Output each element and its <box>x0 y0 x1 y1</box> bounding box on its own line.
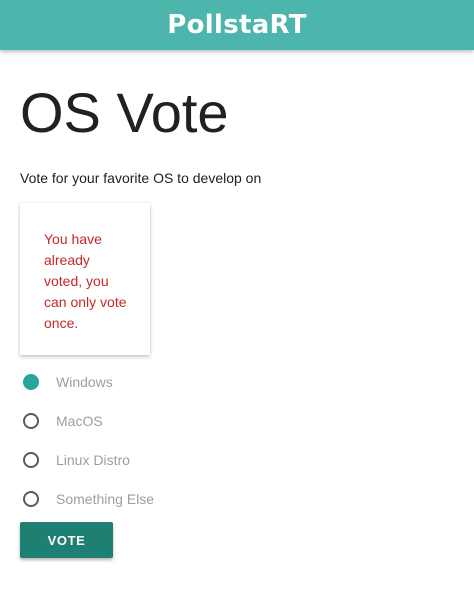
radio-checked-icon[interactable] <box>23 374 39 390</box>
page-title: OS Vote <box>20 81 229 144</box>
option-label: Windows <box>56 374 113 390</box>
option-label: MacOS <box>56 413 103 429</box>
app-logo-title: PollstaRT <box>167 10 307 40</box>
option-linux-distro[interactable]: Linux Distro <box>22 450 130 470</box>
option-label: Something Else <box>56 491 155 507</box>
vote-button[interactable]: VOTE <box>20 522 113 558</box>
option-macos[interactable]: MacOS <box>22 411 103 431</box>
option-label: Linux Distro <box>56 452 130 468</box>
error-message: You have already voted, you can only vot… <box>44 231 127 331</box>
page-subtitle: Vote for your favorite OS to develop on <box>20 170 262 186</box>
app-bar: PollstaRT <box>0 0 474 50</box>
radio-unchecked-icon[interactable] <box>23 491 39 507</box>
radio-unchecked-icon[interactable] <box>23 452 39 468</box>
error-card: You have already voted, you can only vot… <box>20 203 150 355</box>
option-something-else[interactable]: Something Else <box>22 489 154 509</box>
radio-unchecked-icon[interactable] <box>23 413 39 429</box>
option-windows[interactable]: Windows <box>22 372 113 392</box>
